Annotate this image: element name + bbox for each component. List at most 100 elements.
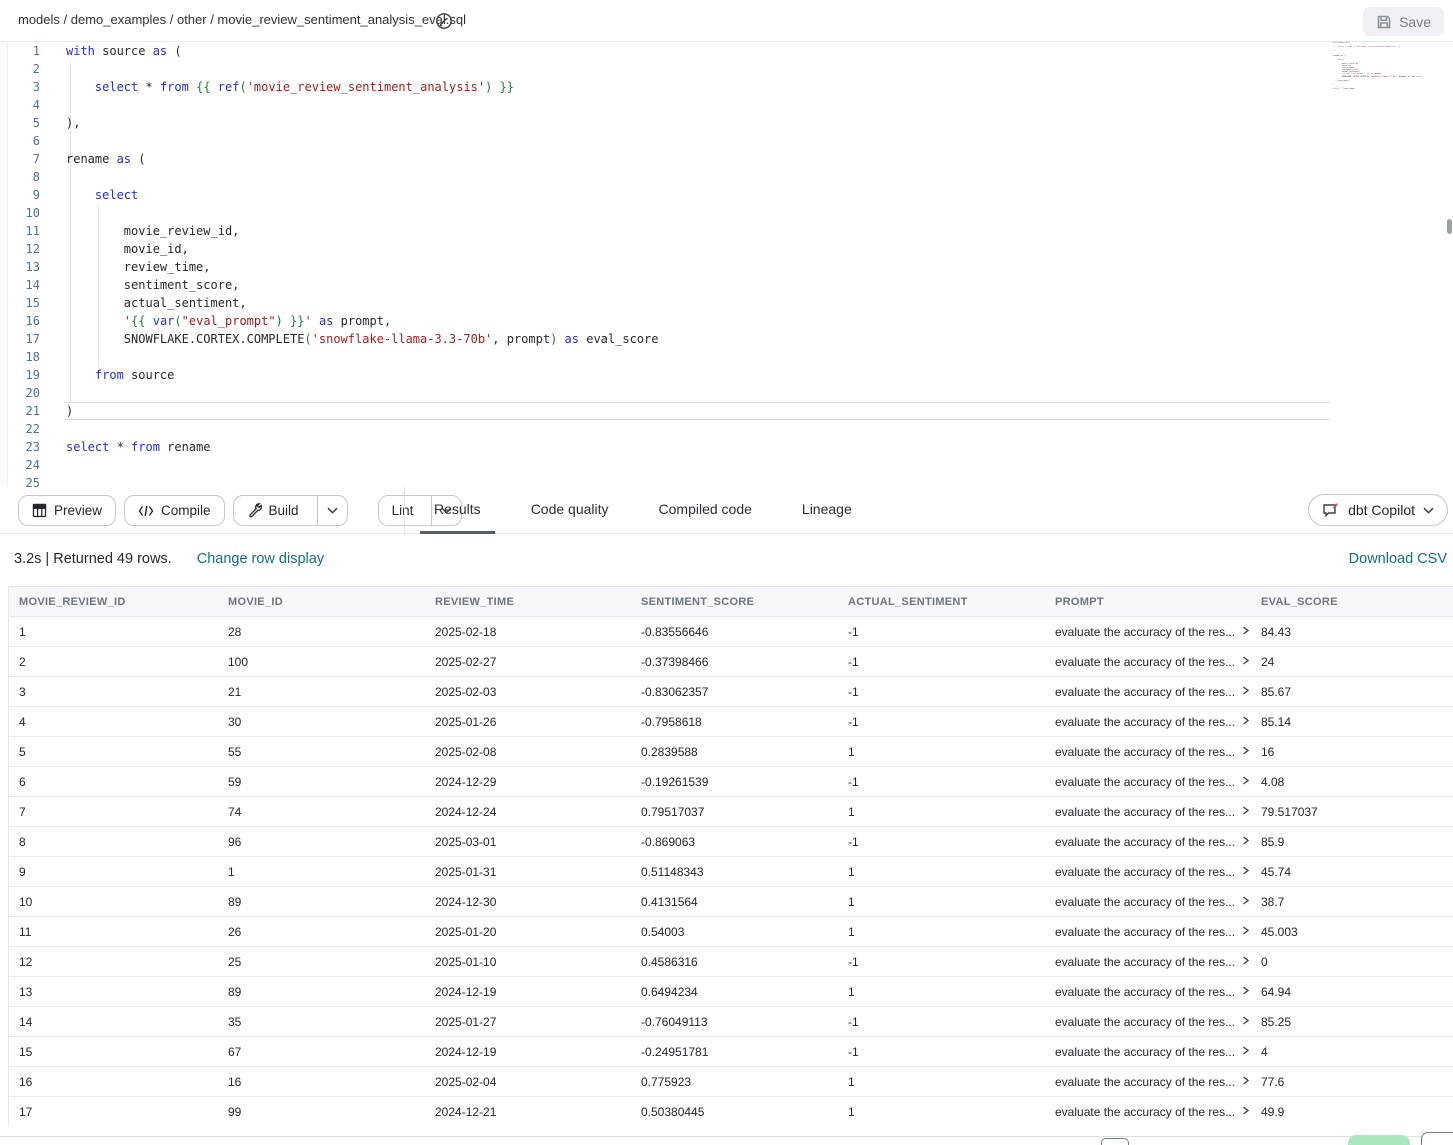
cell-prompt: evaluate the accuracy of the res... <box>1045 737 1251 766</box>
line-number: 23 <box>0 438 46 456</box>
wrench-icon <box>247 503 262 518</box>
expand-cell-icon[interactable] <box>1241 926 1250 935</box>
cell-sentiment-score: 0.51148343 <box>631 857 838 886</box>
cell-eval-score: 16 <box>1251 737 1453 766</box>
expand-cell-icon[interactable] <box>1241 956 1250 965</box>
prompt-preview-text: evaluate the accuracy of the res... <box>1055 865 1235 879</box>
col-header-actual-sentiment: ACTUAL_SENTIMENT <box>838 587 1045 616</box>
partial-button[interactable] <box>1101 1138 1129 1145</box>
editor-minimap[interactable]: with source as ( select * from {{ ref('m… <box>1333 42 1445 98</box>
dbt-copilot-button[interactable]: dbt Copilot <box>1308 494 1448 526</box>
expand-cell-icon[interactable] <box>1241 626 1250 635</box>
cell-review-time: 2024-12-21 <box>425 1097 631 1126</box>
file-header-bar: models / demo_examples / other / movie_r… <box>0 0 1453 42</box>
code-line <box>66 96 658 114</box>
cell-sentiment-score: 0.6494234 <box>631 977 838 1006</box>
table-row: 912025-01-310.511483431evaluate the accu… <box>9 857 1453 887</box>
cell-sentiment-score: 0.4586316 <box>631 947 838 976</box>
expand-cell-icon[interactable] <box>1241 986 1250 995</box>
line-number: 9 <box>0 186 46 204</box>
cell-sentiment-score: -0.83556646 <box>631 617 838 646</box>
cell-movie-id: 30 <box>218 707 425 736</box>
tab-lineage[interactable]: Lineage <box>788 487 866 534</box>
code-line: review_time, <box>66 258 658 276</box>
compile-label: Compile <box>161 503 211 518</box>
code-line <box>66 204 658 222</box>
editor-scrollbar-thumb[interactable] <box>1447 219 1452 234</box>
line-number: 24 <box>0 456 46 474</box>
tab-results[interactable]: Results <box>420 487 495 534</box>
expand-cell-icon[interactable] <box>1241 1106 1250 1115</box>
partial-button[interactable] <box>1421 1132 1453 1145</box>
cell-actual-sentiment: 1 <box>838 917 1045 946</box>
expand-cell-icon[interactable] <box>1241 806 1250 815</box>
expand-cell-icon[interactable] <box>1241 656 1250 665</box>
col-header-movie-id: MOVIE_ID <box>218 587 425 616</box>
build-dropdown-toggle[interactable] <box>317 496 347 525</box>
expand-cell-icon[interactable] <box>1241 896 1250 905</box>
cell-actual-sentiment: 1 <box>838 797 1045 826</box>
line-number: 3 <box>0 78 46 96</box>
cell-movie-id: 96 <box>218 827 425 856</box>
line-number: 1 <box>0 42 46 60</box>
expand-cell-icon[interactable] <box>1241 1016 1250 1025</box>
code-line: sentiment_score, <box>66 276 658 294</box>
build-split-button: Build <box>233 495 348 526</box>
dbt-ide-page: models / demo_examples / other / movie_r… <box>0 0 1453 1145</box>
compile-button[interactable]: Compile <box>124 495 225 526</box>
format-icon <box>435 12 453 30</box>
table-row: 1282025-02-18-0.83556646-1evaluate the a… <box>9 617 1453 647</box>
build-button[interactable]: Build <box>234 496 310 525</box>
cell-movie-id: 99 <box>218 1097 425 1126</box>
chevron-down-icon <box>327 507 338 514</box>
expand-cell-icon[interactable] <box>1241 836 1250 845</box>
lint-button[interactable]: Lint <box>379 496 425 525</box>
code-line <box>66 132 658 150</box>
code-line: ), <box>66 114 658 132</box>
expand-cell-icon[interactable] <box>1241 716 1250 725</box>
code-line: '{{ var("eval_prompt") }}' as prompt, <box>66 312 658 330</box>
cell-review-time: 2025-01-10 <box>425 947 631 976</box>
table-row: 13892024-12-190.64942341evaluate the acc… <box>9 977 1453 1007</box>
table-row: 21002025-02-27-0.37398466-1evaluate the … <box>9 647 1453 677</box>
cell-actual-sentiment: 1 <box>838 1067 1045 1096</box>
prompt-preview-text: evaluate the accuracy of the res... <box>1055 1015 1235 1029</box>
change-row-display-link[interactable]: Change row display <box>197 551 324 567</box>
cell-review-time: 2025-02-04 <box>425 1067 631 1096</box>
expand-cell-icon[interactable] <box>1241 1076 1250 1085</box>
code-editor[interactable]: 1234567891011121314151617181920212223242… <box>0 42 1453 487</box>
tab-code-quality[interactable]: Code quality <box>517 487 623 534</box>
prompt-preview-text: evaluate the accuracy of the res... <box>1055 895 1235 909</box>
preview-button[interactable]: Preview <box>18 495 116 526</box>
cell-review-time: 2025-01-26 <box>425 707 631 736</box>
expand-cell-icon[interactable] <box>1241 1046 1250 1055</box>
cell-movie-id: 26 <box>218 917 425 946</box>
expand-cell-icon[interactable] <box>1241 866 1250 875</box>
cell-actual-sentiment: -1 <box>838 1037 1045 1066</box>
line-number: 17 <box>0 330 46 348</box>
cell-review-time: 2024-12-24 <box>425 797 631 826</box>
cell-sentiment-score: 0.2839588 <box>631 737 838 766</box>
cell-eval-score: 24 <box>1251 647 1453 676</box>
table-row: 15672024-12-19-0.24951781-1evaluate the … <box>9 1037 1453 1067</box>
cell-movie-id: 100 <box>218 647 425 676</box>
cell-actual-sentiment: 1 <box>838 737 1045 766</box>
code-brackets-icon <box>138 505 154 517</box>
download-csv-link[interactable]: Download CSV <box>1349 551 1447 567</box>
cell-eval-score: 85.25 <box>1251 1007 1453 1036</box>
cell-review-time: 2024-12-19 <box>425 977 631 1006</box>
expand-cell-icon[interactable] <box>1241 686 1250 695</box>
partial-green-button[interactable] <box>1348 1135 1410 1145</box>
format-file-button[interactable] <box>433 10 455 32</box>
expand-cell-icon[interactable] <box>1241 776 1250 785</box>
tab-compiled-code[interactable]: Compiled code <box>645 487 766 534</box>
expand-cell-icon[interactable] <box>1241 746 1250 755</box>
cell-prompt: evaluate the accuracy of the res... <box>1045 1007 1251 1036</box>
line-number: 22 <box>0 420 46 438</box>
cell-sentiment-score: -0.24951781 <box>631 1037 838 1066</box>
col-header-movie-review-id: MOVIE_REVIEW_ID <box>9 587 218 616</box>
cell-prompt: evaluate the accuracy of the res... <box>1045 977 1251 1006</box>
code-content[interactable]: with source as ( select * from {{ ref('m… <box>66 42 658 487</box>
save-button[interactable]: Save <box>1363 7 1444 36</box>
cell-eval-score: 77.6 <box>1251 1067 1453 1096</box>
